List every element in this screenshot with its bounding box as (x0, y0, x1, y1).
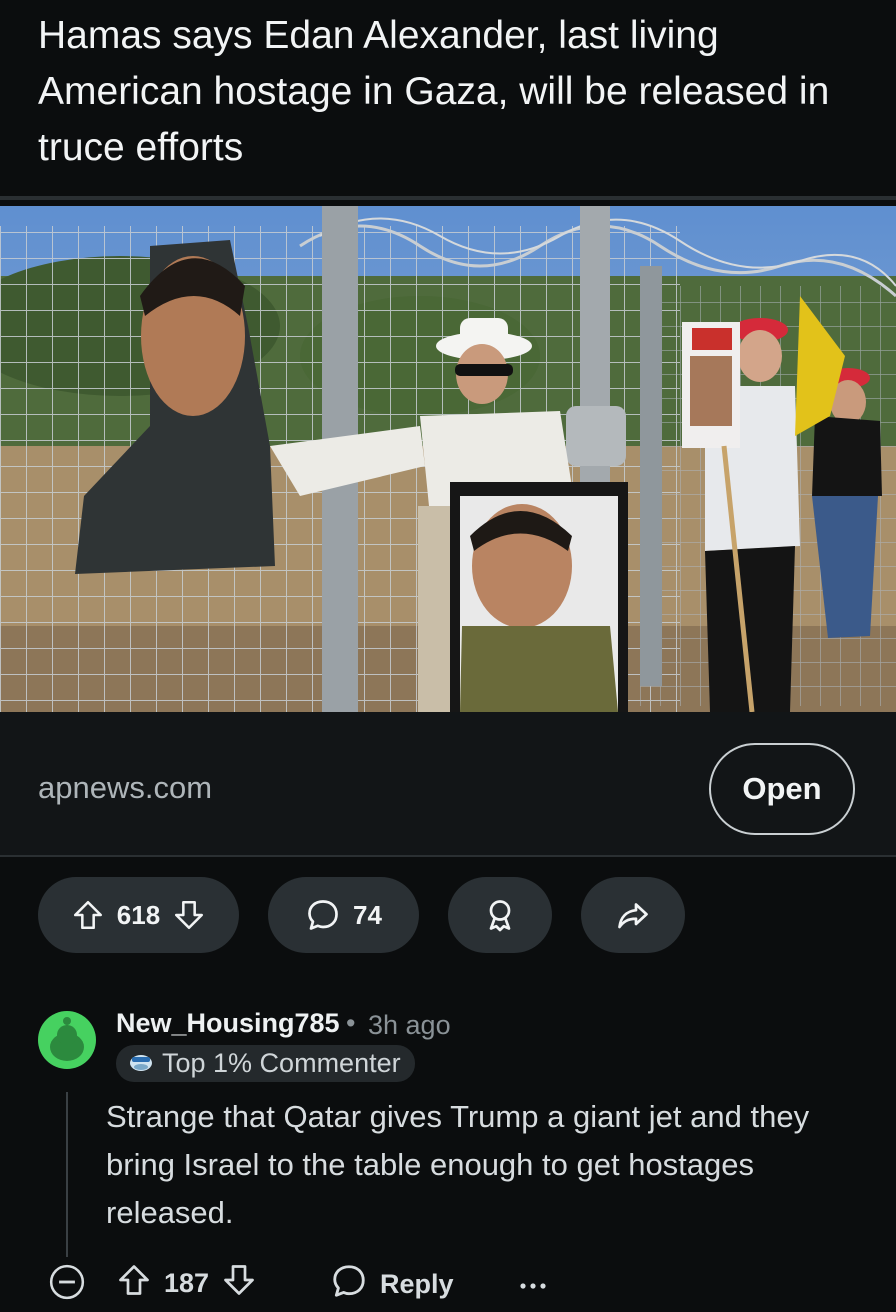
post-image[interactable] (0, 206, 896, 712)
upvote-count: 618 (116, 899, 161, 930)
comment-body: Strange that Qatar gives Trump a giant j… (106, 1099, 810, 1230)
thread-line[interactable] (66, 1092, 68, 1257)
reply-button[interactable]: Reply (330, 1262, 454, 1307)
comment-score: 187 (164, 1268, 210, 1298)
minus-circle-icon (48, 1263, 86, 1308)
top-commenter-badge[interactable]: Top 1% Commenter (116, 1045, 415, 1082)
arrow-up-icon[interactable] (71, 898, 105, 932)
badge-icon (128, 1048, 154, 1079)
award-icon (482, 897, 518, 933)
arrow-up-icon[interactable] (116, 1262, 152, 1305)
speech-bubble-icon (330, 1262, 368, 1307)
share-button[interactable] (581, 877, 685, 953)
comment-vote: 187 (116, 1262, 257, 1305)
post-title[interactable]: Hamas says Edan Alexander, last living A… (38, 8, 868, 176)
ellipsis-icon (518, 1270, 548, 1301)
collapse-button[interactable] (48, 1263, 86, 1308)
reply-label: Reply (380, 1269, 454, 1299)
divider (0, 196, 896, 200)
divider (0, 855, 896, 857)
arrow-down-icon[interactable] (172, 898, 206, 932)
award-button[interactable] (448, 877, 552, 953)
comment-count: 74 (353, 899, 382, 930)
comment-timestamp: 3h ago (368, 1010, 451, 1040)
share-arrow-icon (615, 897, 651, 933)
arrow-down-icon[interactable] (221, 1262, 257, 1305)
badge-label: Top 1% Commenter (162, 1048, 401, 1078)
comment-username[interactable]: New_Housing785 (116, 1008, 340, 1039)
avatar[interactable] (38, 1011, 96, 1069)
separator-dot: • (346, 1008, 356, 1038)
open-link-button[interactable]: Open (709, 743, 855, 835)
speech-bubble-icon (305, 897, 341, 933)
vote-pill: 618 (38, 877, 239, 953)
comments-button[interactable]: 74 (268, 877, 419, 953)
more-options-button[interactable] (518, 1270, 548, 1301)
link-domain[interactable]: apnews.com (38, 770, 212, 806)
